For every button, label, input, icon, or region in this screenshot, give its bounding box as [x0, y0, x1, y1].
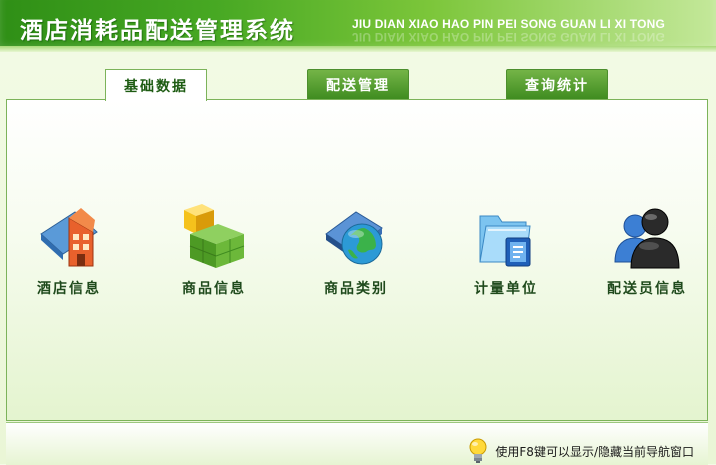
basic-data-panel: 酒店信息 商品信息 商品类别 计量单位 配送员信息: [6, 99, 708, 421]
lightbulb-icon: [469, 438, 487, 463]
module-label: 计量单位: [474, 281, 538, 297]
globe-book-icon: [325, 211, 383, 265]
module-label: 配送员信息: [607, 281, 687, 297]
tab-basic-data[interactable]: 基础数据: [105, 69, 207, 101]
module-measurement-unit[interactable]: 计量单位: [451, 204, 561, 304]
f8-hint: 使用F8键可以显示/隐藏当前导航窗口: [467, 437, 694, 465]
app-subtitle: JIU DIAN XIAO HAO PIN PEI SONG GUAN LI X…: [352, 17, 666, 31]
app-subtitle-reflection: JIU DIAN XIAO HAO PIN PEI SONG GUAN LI X…: [352, 30, 666, 44]
module-product-category[interactable]: 商品类别: [301, 204, 411, 304]
users-icon: [614, 208, 680, 269]
product-blocks-icon: [184, 204, 245, 268]
module-label: 商品信息: [182, 281, 246, 297]
folder-icon: [479, 215, 531, 267]
module-label: 酒店信息: [37, 281, 101, 297]
tab-label: 配送管理: [326, 77, 390, 94]
module-courier-info[interactable]: 配送员信息: [592, 204, 702, 304]
module-product-info[interactable]: 商品信息: [159, 204, 269, 304]
title-bar: 酒店消耗品配送管理系统 JIU DIAN XIAO HAO PIN PEI SO…: [0, 0, 716, 52]
module-hotel-info[interactable]: 酒店信息: [14, 204, 124, 304]
hotel-icon: [40, 208, 98, 267]
app-title: 酒店消耗品配送管理系统: [20, 17, 295, 44]
f8-hint-text: 使用F8键可以显示/隐藏当前导航窗口: [495, 444, 694, 459]
module-label: 商品类别: [324, 281, 388, 297]
tab-label: 基础数据: [124, 78, 188, 95]
status-bar: 使用F8键可以显示/隐藏当前导航窗口: [6, 422, 708, 465]
tab-label: 查询统计: [525, 77, 589, 94]
tab-delivery-management[interactable]: 配送管理: [307, 69, 409, 99]
tab-query-statistics[interactable]: 查询统计: [506, 69, 608, 99]
